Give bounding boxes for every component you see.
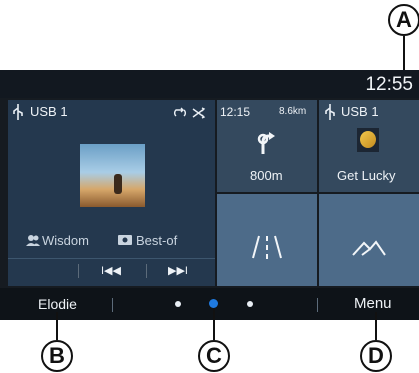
turn-distance: 800m [250,168,283,183]
page-indicator-1[interactable] [175,301,181,307]
callout-b-label: B [49,343,65,368]
repeat-icon[interactable] [173,107,187,119]
nav-arrival-time: 12:15 [220,105,251,119]
menu-button[interactable]: Menu [354,295,392,312]
bottom-separator [112,298,113,312]
usb-media-tile[interactable]: USB 1 Get Lucky [319,100,419,192]
callout-b-line [56,312,58,340]
previous-track-button[interactable]: I◀◀ [101,264,121,277]
callout-c: C [198,340,230,372]
nav-remaining-distance: 8.6km [279,106,307,117]
callout-d-line [375,312,377,340]
album-art [80,144,145,207]
callout-a: A [388,4,419,36]
shuffle-icon[interactable] [192,107,206,119]
track-art-helmet [360,131,376,148]
music-widget[interactable]: USB 1 Wisdom Best-of I◀◀ ▶▶I [8,100,215,286]
callout-b: B [41,340,73,372]
track-art [357,128,379,152]
controls-divider [8,258,215,259]
control-separator [78,264,79,278]
page-indicator-3[interactable] [247,301,253,307]
status-bar [0,70,419,98]
eco-driving-tile[interactable] [319,194,419,286]
page-indicator-2[interactable] [209,299,218,308]
navigation-tile[interactable]: 12:15 8.6km 800m [217,100,317,192]
control-separator [146,264,147,278]
album-art-figure [114,174,122,194]
track-title: Get Lucky [337,168,396,183]
callout-d: D [360,340,392,372]
usb-icon [13,104,23,120]
album-icon [118,235,132,245]
clock: 12:55 [365,74,413,95]
next-track-button[interactable]: ▶▶I [168,264,188,277]
callout-c-line [213,308,215,340]
profile-button[interactable]: Elodie [38,296,77,312]
driving-assist-tile[interactable] [217,194,317,286]
mountain-icon [352,240,386,256]
callout-c-label: C [206,343,222,368]
callout-a-line [403,36,405,74]
bottom-separator [317,298,318,312]
lane-icon [252,235,282,259]
usb-icon [325,104,335,120]
turn-arrow-icon [257,132,275,154]
album-name: Best-of [136,233,178,248]
usb-tile-source: USB 1 [341,104,379,119]
artist-icon [26,235,40,246]
artist-name: Wisdom [42,233,89,248]
callout-a-label: A [396,7,412,32]
callout-d-label: D [368,343,384,368]
music-source: USB 1 [30,104,68,119]
